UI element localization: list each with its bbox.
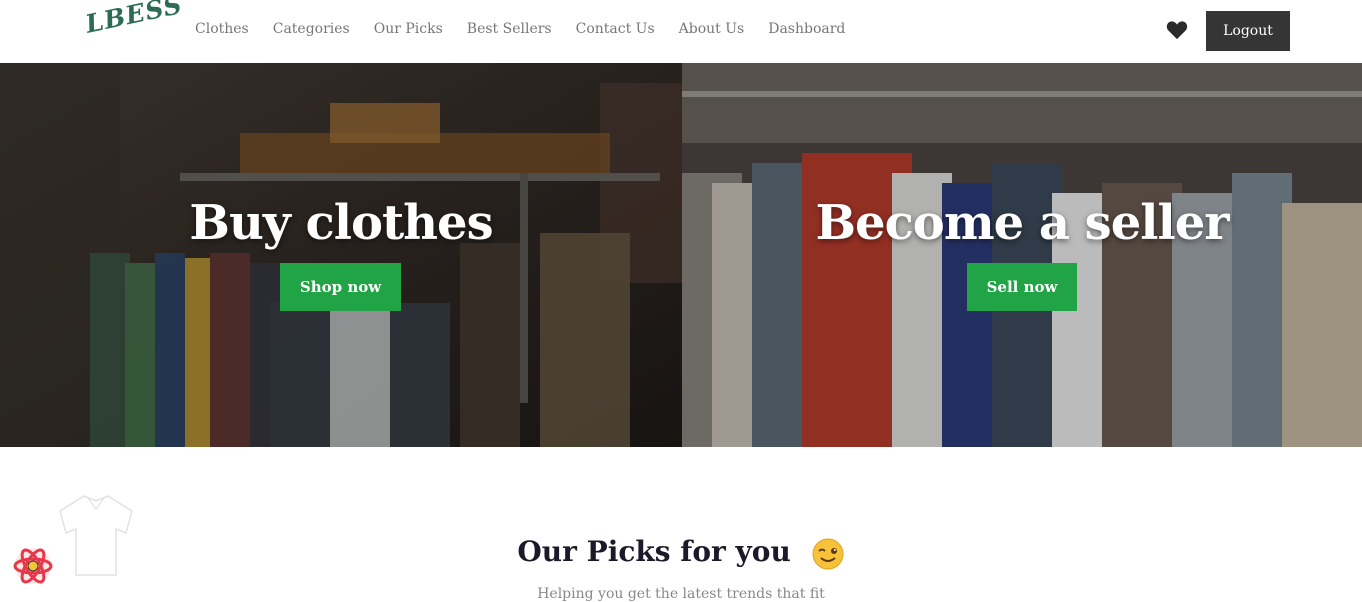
- buy-clothes-title: Buy clothes: [189, 195, 493, 251]
- heart-icon[interactable]: [1166, 20, 1188, 40]
- sell-now-button[interactable]: Sell now: [967, 263, 1077, 311]
- nav-link-clothes[interactable]: Clothes: [195, 21, 249, 37]
- hero-banner: Buy clothes Shop now Become a seller Sel…: [0, 63, 1362, 447]
- shop-rack-image: [0, 63, 682, 447]
- section-subtitle: Helping you get the latest trends that f…: [537, 586, 825, 602]
- brand-logo[interactable]: LBESS: [83, 0, 185, 39]
- nav-link-contact-us[interactable]: Contact Us: [576, 21, 655, 37]
- nav-link-categories[interactable]: Categories: [273, 21, 350, 37]
- buy-clothes-panel: Buy clothes Shop now: [0, 63, 682, 447]
- nav-link-best-sellers[interactable]: Best Sellers: [467, 21, 552, 37]
- become-seller-title: Become a seller: [815, 195, 1229, 251]
- section-title: Our Picks for you: [0, 535, 1362, 571]
- navbar: LBESS Clothes Categories Our Picks Best …: [0, 0, 1362, 63]
- nav-links: Clothes Categories Our Picks Best Seller…: [195, 21, 869, 37]
- wink-emoji-icon: [812, 538, 844, 569]
- become-seller-panel: Become a seller Sell now: [682, 63, 1362, 447]
- react-devtools-icon[interactable]: [12, 546, 54, 586]
- nav-link-about-us[interactable]: About Us: [679, 21, 745, 37]
- shop-now-button[interactable]: Shop now: [280, 263, 401, 311]
- nav-link-our-picks[interactable]: Our Picks: [374, 21, 443, 37]
- section-title-text: Our Picks for you: [517, 535, 791, 568]
- shirt-rack-image: [682, 63, 1362, 447]
- nav-link-dashboard[interactable]: Dashboard: [768, 21, 845, 37]
- logout-button[interactable]: Logout: [1206, 11, 1290, 51]
